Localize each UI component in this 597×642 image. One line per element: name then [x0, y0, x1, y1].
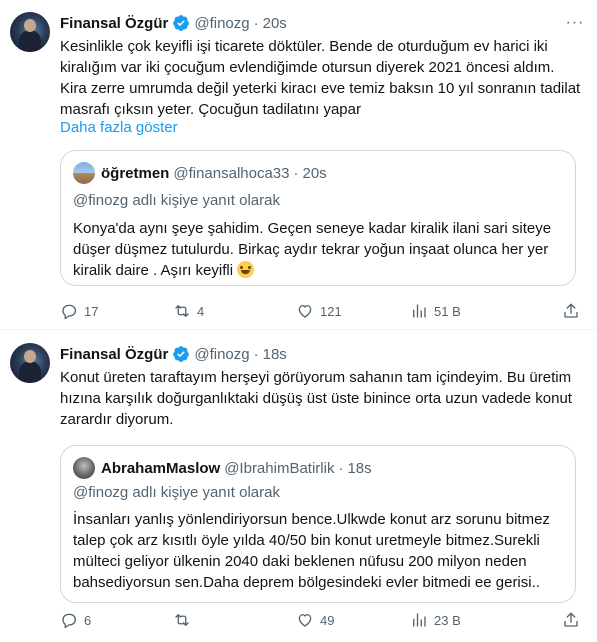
views-button[interactable]: 51 B — [410, 301, 461, 321]
tweet-text: Konut üreten taraftayım herşeyi görüyoru… — [60, 369, 572, 428]
quote-author-name: AbrahamMaslow — [101, 459, 221, 477]
quote-author-handle: @IbrahimBatirlik — [224, 459, 335, 477]
retweet-count: 4 — [197, 303, 205, 319]
grinning-sweat-emoji — [237, 261, 255, 278]
author-handle[interactable]: @finozg — [194, 15, 249, 32]
quote-avatar — [73, 162, 95, 184]
tweet-actions: 17 4 121 51 B — [60, 301, 580, 321]
verified-badge-icon — [173, 15, 190, 31]
author-name[interactable]: Finansal Özgür — [60, 346, 168, 363]
quote-header: öğretmen @finansalhoca33 · 20s — [73, 162, 327, 184]
reply-count: 17 — [84, 303, 99, 319]
tweet-text: Kesinlikle çok keyifli işi ticarete dökt… — [60, 38, 581, 118]
quote-text: Konya'da aynı şeye şahidim. Geçen seneye… — [73, 220, 552, 279]
show-more-link[interactable]: Daha fazla göster — [60, 119, 178, 136]
reply-icon — [62, 613, 77, 629]
share-icon — [564, 303, 578, 318]
tweet-header: Finansal Özgür @finozg · 20s — [60, 13, 287, 33]
timestamp[interactable]: 20s — [263, 15, 287, 32]
quoted-tweet[interactable]: AbrahamMaslow @IbrahimBatirlik · 18s @fi… — [60, 445, 576, 603]
quote-author-name: öğretmen — [101, 164, 170, 182]
separator: · — [253, 345, 259, 363]
more-options-icon[interactable]: ··· — [565, 13, 585, 33]
view-count: 51 B — [434, 303, 461, 319]
avatar[interactable] — [10, 12, 50, 52]
tweet[interactable]: Finansal Özgür @finozg · 20s ··· Kesinli… — [0, 0, 597, 330]
author-name[interactable]: Finansal Özgür — [60, 15, 168, 32]
views-icon — [413, 613, 426, 627]
views-button[interactable]: 23 B — [410, 610, 461, 630]
separator: · — [253, 14, 259, 32]
reply-count: 6 — [84, 612, 92, 628]
verified-badge-icon — [173, 346, 190, 362]
like-icon — [298, 614, 312, 627]
reply-context: @finozg adlı kişiye yanıt olarak — [73, 192, 280, 209]
reply-button[interactable]: 6 — [60, 610, 91, 630]
avatar[interactable] — [10, 343, 50, 383]
like-count: 121 — [320, 303, 342, 319]
retweet-button[interactable] — [173, 610, 197, 630]
like-icon — [298, 305, 312, 318]
share-button[interactable] — [562, 301, 586, 321]
like-count: 49 — [320, 612, 335, 628]
reply-context: @finozg adlı kişiye yanıt olarak — [73, 484, 280, 501]
like-button[interactable]: 121 — [296, 301, 342, 321]
quote-text: İnsanları yanlış yönlendiriyorsun bence.… — [73, 511, 550, 591]
tweet[interactable]: Finansal Özgür @finozg · 18s Konut ürete… — [0, 330, 597, 642]
retweet-button[interactable]: 4 — [173, 301, 204, 321]
quoted-tweet[interactable]: öğretmen @finansalhoca33 · 20s @finozg a… — [60, 150, 576, 286]
quote-timestamp: 18s — [347, 459, 372, 477]
view-count: 23 B — [434, 612, 461, 628]
tweet-header: Finansal Özgür @finozg · 18s — [60, 344, 287, 364]
share-icon — [564, 612, 578, 627]
retweet-icon — [175, 614, 189, 626]
author-handle[interactable]: @finozg — [194, 346, 249, 363]
quote-timestamp: 20s — [302, 164, 327, 182]
quote-avatar — [73, 457, 95, 479]
separator: · — [293, 164, 299, 182]
reply-button[interactable]: 17 — [60, 301, 98, 321]
retweet-icon — [175, 305, 189, 317]
like-button[interactable]: 49 — [296, 610, 334, 630]
share-button[interactable] — [562, 610, 586, 630]
timestamp[interactable]: 18s — [263, 346, 287, 363]
quote-header: AbrahamMaslow @IbrahimBatirlik · 18s — [73, 457, 372, 479]
tweet-actions: 6 49 23 B — [60, 610, 580, 630]
separator: · — [338, 459, 344, 477]
quote-author-handle: @finansalhoca33 — [173, 164, 290, 182]
reply-icon — [62, 304, 77, 320]
views-icon — [413, 304, 426, 318]
